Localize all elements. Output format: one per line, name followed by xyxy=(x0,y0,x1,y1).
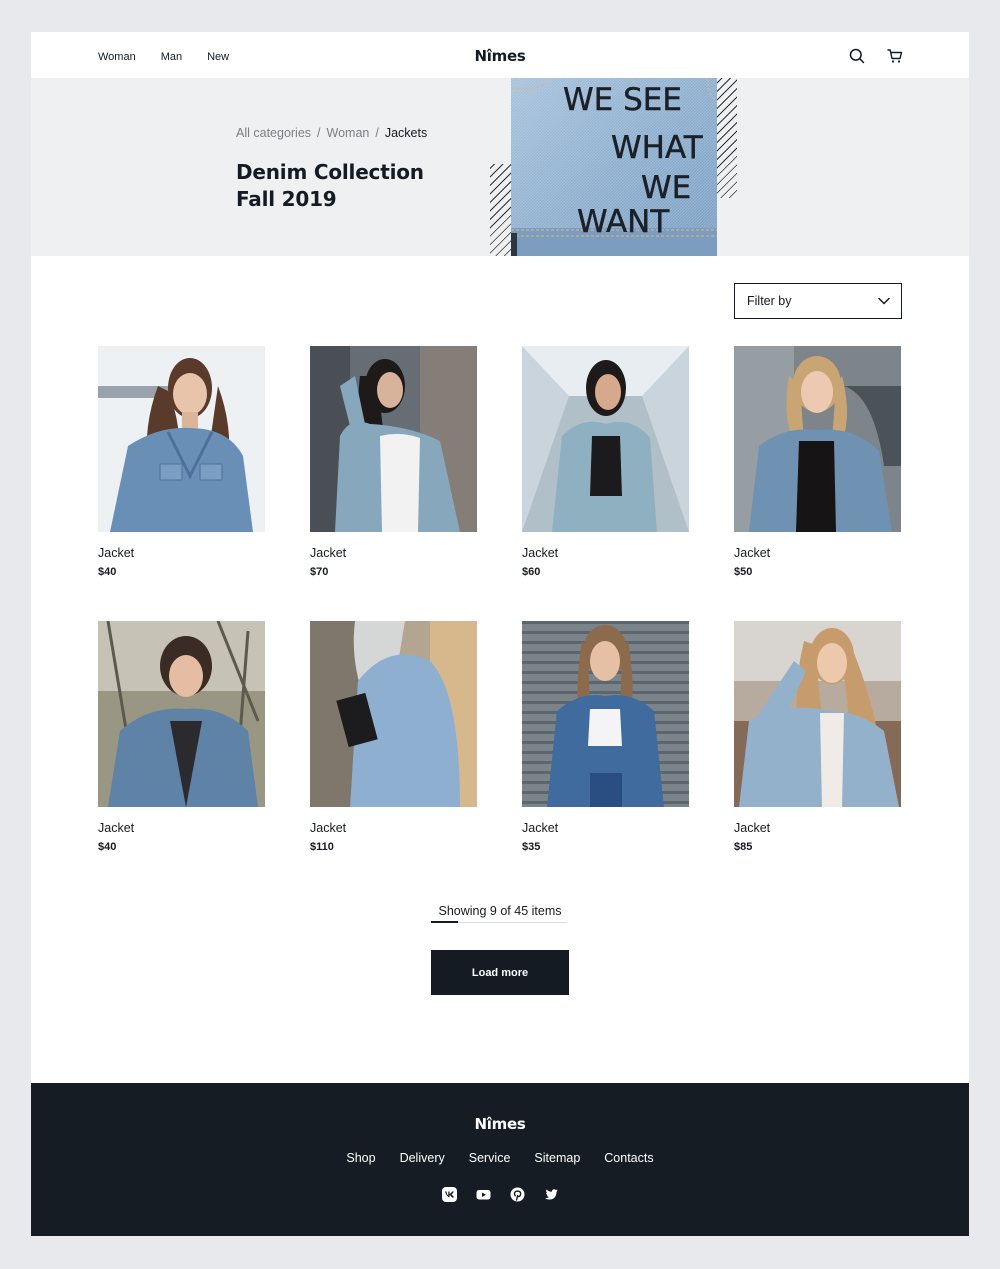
hero-denim-image: WE SEE WHAT WE WANT xyxy=(511,78,717,256)
search-icon[interactable] xyxy=(847,46,867,66)
footer-link-sitemap[interactable]: Sitemap xyxy=(534,1151,580,1165)
filter-dropdown[interactable]: Filter by xyxy=(734,283,902,319)
page-title-line-2: Fall 2019 xyxy=(236,187,337,211)
breadcrumb-current: Jackets xyxy=(384,126,428,140)
product-card[interactable]: Jacket $110 xyxy=(310,621,477,853)
product-name[interactable]: Jacket xyxy=(522,546,558,560)
product-name[interactable]: Jacket xyxy=(310,821,346,835)
items-count-text: Showing 9 of 45 items xyxy=(438,904,562,918)
product-card[interactable]: Jacket $40 xyxy=(98,621,265,853)
product-name[interactable]: Jacket xyxy=(310,546,346,560)
product-price: $40 xyxy=(98,841,117,853)
site-header: Woman Man New Nîmes xyxy=(31,32,969,78)
product-card[interactable]: Jacket $85 xyxy=(734,621,901,853)
product-price: $35 xyxy=(522,841,541,853)
product-name[interactable]: Jacket xyxy=(734,821,770,835)
vk-icon[interactable] xyxy=(441,1186,457,1202)
product-image[interactable] xyxy=(522,346,689,532)
product-price: $70 xyxy=(310,566,329,578)
product-price: $40 xyxy=(98,566,117,578)
cart-icon[interactable] xyxy=(885,46,905,66)
product-image[interactable] xyxy=(734,346,901,532)
twitter-icon[interactable] xyxy=(543,1186,559,1202)
hero-banner: All categories / Woman / Jackets Denim Colle… xyxy=(31,78,969,256)
page-title: Denim Collection Fall 2019 xyxy=(236,159,424,213)
product-price: $60 xyxy=(522,566,541,578)
product-card[interactable]: Jacket $40 xyxy=(98,346,265,578)
hero-image-text: WHAT xyxy=(611,130,704,166)
decorative-hatch xyxy=(490,164,512,256)
footer-logo[interactable]: Nîmes xyxy=(31,1115,969,1133)
product-price: $110 xyxy=(310,841,334,853)
footer-link-shop[interactable]: Shop xyxy=(346,1151,375,1165)
footer-link-contacts[interactable]: Contacts xyxy=(604,1151,653,1165)
footer-link-delivery[interactable]: Delivery xyxy=(400,1151,445,1165)
chevron-down-icon xyxy=(877,294,891,313)
footer-nav: Shop Delivery Service Sitemap Contacts xyxy=(31,1151,969,1165)
product-image[interactable] xyxy=(310,621,477,807)
product-card[interactable]: Jacket $35 xyxy=(522,621,689,853)
page: Woman Man New Nîmes All categories / Woman… xyxy=(31,32,969,1236)
breadcrumb: All categories / Woman / Jackets xyxy=(236,126,427,140)
breadcrumb-all-categories[interactable]: All categories xyxy=(236,126,311,140)
breadcrumb-separator: / xyxy=(317,126,321,140)
hero-image-text: WANT xyxy=(577,204,670,240)
decorative-hatch xyxy=(715,78,737,198)
product-name[interactable]: Jacket xyxy=(522,821,558,835)
hero-image-text: WE SEE xyxy=(563,82,682,118)
youtube-icon[interactable] xyxy=(475,1186,491,1202)
social-links xyxy=(31,1186,969,1202)
breadcrumb-woman[interactable]: Woman xyxy=(327,126,370,140)
footer-link-service[interactable]: Service xyxy=(469,1151,511,1165)
product-price: $85 xyxy=(734,841,753,853)
product-name[interactable]: Jacket xyxy=(734,546,770,560)
product-image[interactable] xyxy=(734,621,901,807)
site-logo[interactable]: Nîmes xyxy=(31,47,969,65)
pinterest-icon[interactable] xyxy=(509,1186,525,1202)
product-image[interactable] xyxy=(310,346,477,532)
hero-image-text: WE xyxy=(641,170,691,206)
product-image[interactable] xyxy=(98,621,265,807)
load-more-button[interactable]: Load more xyxy=(431,950,569,995)
product-name[interactable]: Jacket xyxy=(98,546,134,560)
product-price: $50 xyxy=(734,566,753,578)
product-card[interactable]: Jacket $50 xyxy=(734,346,901,578)
product-image[interactable] xyxy=(522,621,689,807)
product-name[interactable]: Jacket xyxy=(98,821,134,835)
product-card[interactable]: Jacket $60 xyxy=(522,346,689,578)
header-actions xyxy=(847,46,905,66)
items-progress-bar xyxy=(431,921,458,923)
site-footer: Nîmes Shop Delivery Service Sitemap Cont… xyxy=(31,1083,969,1236)
breadcrumb-separator: / xyxy=(375,126,379,140)
product-card[interactable]: Jacket $70 xyxy=(310,346,477,578)
product-image[interactable] xyxy=(98,346,265,532)
filter-label: Filter by xyxy=(747,294,792,308)
page-title-line-1: Denim Collection xyxy=(236,160,424,184)
